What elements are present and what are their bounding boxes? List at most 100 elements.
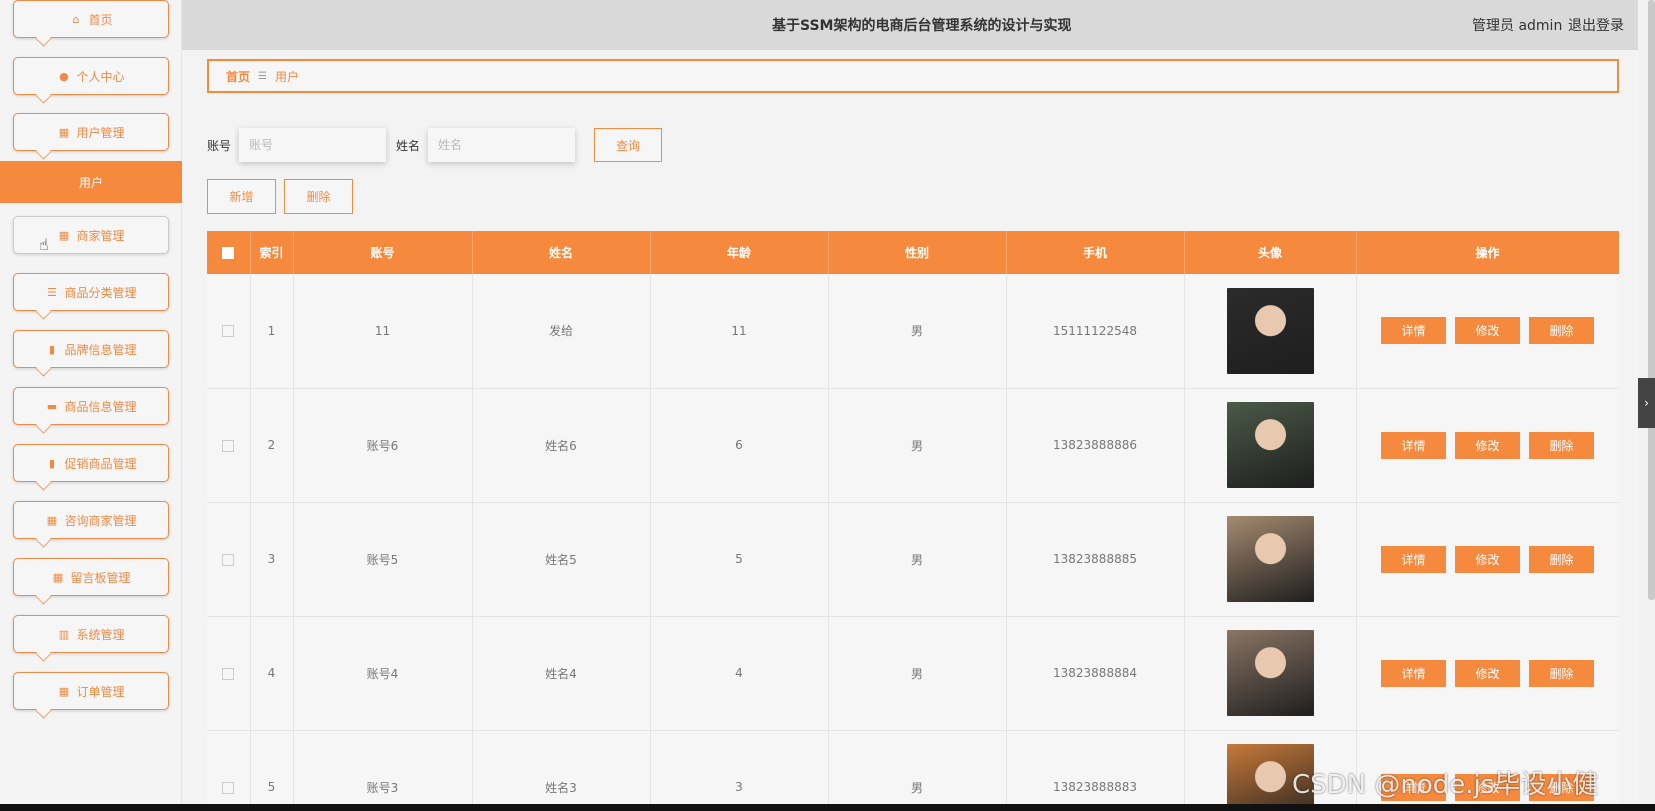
cell-gender: 男 xyxy=(828,616,1007,731)
name-search-input[interactable] xyxy=(428,128,576,162)
column-header: 账号 xyxy=(293,231,473,274)
name-label: 姓名 xyxy=(396,138,421,153)
cell-avatar xyxy=(1184,502,1357,617)
avatar xyxy=(1226,516,1314,602)
table-row: 1 11 发给 11 男 15111122548 详情 修改 删除 xyxy=(207,274,1619,389)
detail-button[interactable]: 详情 xyxy=(1381,545,1446,573)
cell-gender: 男 xyxy=(828,388,1007,503)
cell-age: 4 xyxy=(650,616,829,731)
sidebar-item-user-management[interactable]: ▦ 用户管理 xyxy=(13,113,169,151)
account-search-input[interactable] xyxy=(239,128,387,162)
sidebar-item-merchant-management[interactable]: ▦ 商家管理 xyxy=(13,216,169,254)
cell-phone: 13823888884 xyxy=(1006,616,1185,731)
batch-delete-button[interactable]: 删除 xyxy=(284,179,353,214)
detail-button[interactable]: 详情 xyxy=(1381,317,1446,345)
cell-name: 姓名3 xyxy=(472,730,651,804)
delete-button[interactable]: 删除 xyxy=(1529,431,1594,459)
bottom-edge xyxy=(0,804,1655,811)
box-icon: ▬ xyxy=(46,399,58,413)
sidebar-item-consult-management[interactable]: ▦ 咨询商家管理 xyxy=(13,501,169,539)
cell-gender: 男 xyxy=(828,730,1007,804)
sidebar-item-label: 系统管理 xyxy=(76,627,125,642)
table-row: 4 账号4 姓名4 4 男 13823888884 详情 修改 删除 xyxy=(207,616,1619,731)
admin-label: 管理员 admin xyxy=(1472,18,1563,34)
cell-account: 账号6 xyxy=(293,388,473,503)
cell-actions: 详情 修改 删除 xyxy=(1356,274,1619,389)
grid-icon: ▦ xyxy=(58,125,70,139)
cell-phone: 13823888886 xyxy=(1006,388,1185,503)
cell-account: 账号4 xyxy=(293,616,473,731)
select-all-checkbox[interactable] xyxy=(222,247,235,259)
list-icon: ☰ xyxy=(47,285,57,299)
cell-avatar xyxy=(1184,274,1357,389)
detail-button[interactable]: 详情 xyxy=(1381,431,1446,459)
sidebar-item-message-board[interactable]: ▦ 留言板管理 xyxy=(13,558,169,596)
sidebar-item-label: 商家管理 xyxy=(76,228,125,243)
cell-avatar xyxy=(1184,388,1357,503)
add-button[interactable]: 新增 xyxy=(207,179,276,214)
logout-link[interactable]: 退出登录 xyxy=(1568,15,1624,35)
cell-phone: 13823888883 xyxy=(1006,730,1185,804)
column-header: 索引 xyxy=(250,231,294,274)
edit-button[interactable]: 修改 xyxy=(1455,659,1520,687)
sidebar-item-brand-management[interactable]: ▮ 品牌信息管理 xyxy=(13,330,169,368)
cell-actions: 详情 修改 删除 xyxy=(1356,502,1619,617)
cell-name: 姓名5 xyxy=(472,502,651,617)
avatar xyxy=(1226,630,1314,716)
table-header-row: 索引 账号 姓名 年龄 性别 手机 头像 操作 xyxy=(207,231,1619,274)
sidebar-item-profile[interactable]: ● 个人中心 xyxy=(13,57,169,95)
row-select-cell[interactable] xyxy=(207,388,251,503)
cell-gender: 男 xyxy=(828,274,1007,389)
sidebar-item-label: 个人中心 xyxy=(76,69,125,84)
sidebar-item-product-management[interactable]: ▬ 商品信息管理 xyxy=(13,387,169,425)
select-all-header[interactable] xyxy=(207,231,251,274)
query-button[interactable]: 查询 xyxy=(594,128,663,162)
edit-button[interactable]: 修改 xyxy=(1455,317,1520,345)
sidebar-item-home[interactable]: ⌂ 首页 xyxy=(13,0,169,38)
row-select-cell[interactable] xyxy=(207,730,251,804)
row-checkbox[interactable] xyxy=(222,553,235,566)
watermark: CSDN @node.js毕设小健 xyxy=(1292,770,1599,800)
row-checkbox[interactable] xyxy=(222,667,235,680)
cell-account: 11 xyxy=(293,274,473,389)
grid-icon: ▦ xyxy=(46,513,58,527)
delete-button[interactable]: 删除 xyxy=(1529,545,1594,573)
edit-button[interactable]: 修改 xyxy=(1455,545,1520,573)
chevron-right-icon[interactable]: › xyxy=(1638,378,1655,428)
row-checkbox[interactable] xyxy=(222,781,235,794)
column-header: 姓名 xyxy=(472,231,651,274)
breadcrumb-home[interactable]: 首页 xyxy=(226,68,250,85)
column-header: 手机 xyxy=(1006,231,1185,274)
sidebar-item-label: 促销商品管理 xyxy=(64,456,137,471)
delete-button[interactable]: 删除 xyxy=(1529,317,1594,345)
grid-icon: ▦ xyxy=(58,684,70,698)
row-select-cell[interactable] xyxy=(207,616,251,731)
sidebar-item-category-management[interactable]: ☰ 商品分类管理 xyxy=(13,273,169,311)
cell-age: 5 xyxy=(650,502,829,617)
sidebar-item-label: 首页 xyxy=(88,12,113,27)
sidebar: ⌂ 首页 ● 个人中心 ▦ 用户管理 用户 ▦ 商家管理 ☝ ☰ 商品分类管理 … xyxy=(0,0,182,804)
row-checkbox[interactable] xyxy=(222,325,235,338)
grid-icon: ▦ xyxy=(58,228,70,242)
sidebar-item-promotion-management[interactable]: ▮ 促销商品管理 xyxy=(13,444,169,482)
app-window: ⌂ 首页 ● 个人中心 ▦ 用户管理 用户 ▦ 商家管理 ☝ ☰ 商品分类管理 … xyxy=(0,0,1638,804)
sidebar-item-order-management[interactable]: ▦ 订单管理 xyxy=(13,672,169,710)
cell-account: 账号3 xyxy=(293,730,473,804)
table-row: 3 账号5 姓名5 5 男 13823888885 详情 修改 删除 xyxy=(207,502,1619,617)
column-header: 年龄 xyxy=(650,231,829,274)
row-select-cell[interactable] xyxy=(207,274,251,389)
detail-button[interactable]: 详情 xyxy=(1381,659,1446,687)
sidebar-item-system-management[interactable]: ▥ 系统管理 xyxy=(13,615,169,653)
row-checkbox[interactable] xyxy=(222,439,235,452)
row-select-cell[interactable] xyxy=(207,502,251,617)
column-header: 性别 xyxy=(828,231,1007,274)
scrollbar[interactable] xyxy=(1648,0,1655,600)
sidebar-subitem-users[interactable]: 用户 xyxy=(0,161,182,203)
cell-index: 4 xyxy=(250,616,294,731)
home-icon: ⌂ xyxy=(72,12,80,26)
delete-button[interactable]: 删除 xyxy=(1529,659,1594,687)
edit-button[interactable]: 修改 xyxy=(1455,431,1520,459)
user-table: 索引 账号 姓名 年龄 性别 手机 头像 操作 1 11 发给 11 男 15111122… xyxy=(207,231,1619,804)
cell-index: 2 xyxy=(250,388,294,503)
cell-actions: 详情 修改 删除 xyxy=(1356,388,1619,503)
